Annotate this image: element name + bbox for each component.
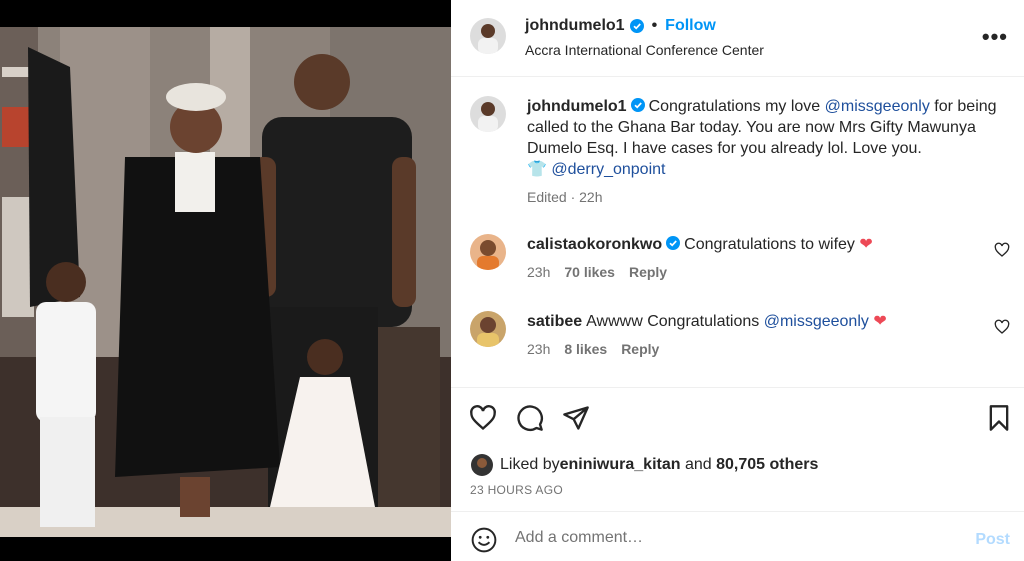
comment-like-heart-icon[interactable] — [994, 242, 1010, 258]
likes-count[interactable]: 80,705 others — [716, 456, 818, 474]
comment-body: Congratulations to wifey — [684, 236, 860, 253]
likes-summary: Liked by eniniwura_kitan and 80,705 othe… — [471, 454, 818, 476]
post-header: johndumelo1 • Follow Accra International… — [451, 0, 1024, 77]
comment-time: 23h — [527, 341, 551, 357]
comment-likes[interactable]: 8 likes — [564, 341, 607, 357]
post-media-pane — [0, 0, 451, 561]
shirt-emoji-icon: 👕 — [527, 161, 547, 178]
comment-meta: 23h 8 likes Reply — [527, 341, 1010, 357]
author-avatar[interactable] — [470, 18, 506, 54]
verified-badge-icon — [666, 236, 681, 250]
post-timestamp: 23 HOURS AGO — [470, 483, 563, 497]
caption: johndumelo1 Congratulations my love @miss… — [470, 96, 1010, 205]
comment-icon[interactable] — [516, 404, 544, 432]
comment-likes[interactable]: 70 likes — [564, 264, 615, 280]
verified-badge-icon — [629, 19, 644, 33]
caption-mention-missgeeonly[interactable]: @missgeeonly — [825, 98, 930, 115]
comment-text: satibee Awwww Congratulations @missgeeonl… — [527, 311, 1010, 332]
caption-username[interactable]: johndumelo1 — [527, 98, 627, 115]
liker-avatar[interactable] — [471, 454, 493, 476]
likes-middle: and — [680, 456, 717, 473]
verified-badge-icon — [630, 98, 645, 112]
heart-icon[interactable] — [469, 404, 497, 432]
add-comment-bar: Post — [451, 511, 1024, 561]
more-options-icon[interactable]: ••• — [982, 26, 1008, 48]
caption-text-part-1: Congratulations my love — [648, 98, 825, 115]
post-details-panel: johndumelo1 • Follow Accra International… — [451, 0, 1024, 561]
post-actions: Liked by eniniwura_kitan and 80,705 othe… — [451, 387, 1024, 511]
caption-edited-time: Edited · 22h — [527, 189, 603, 205]
author-username[interactable]: johndumelo1 — [525, 17, 625, 35]
post-location[interactable]: Accra International Conference Center — [525, 42, 764, 58]
caption-text: johndumelo1 Congratulations my love @miss… — [527, 96, 1010, 180]
comment-mention[interactable]: @missgeeonly — [764, 313, 869, 330]
author-line: johndumelo1 • Follow — [525, 17, 716, 35]
family-portrait-image — [0, 27, 451, 537]
caption-mention-derry[interactable]: @derry_onpoint — [551, 161, 665, 178]
liker-username[interactable]: eniniwura_kitan — [560, 456, 681, 474]
caption-meta: Edited · 22h — [527, 189, 1010, 205]
comment-username[interactable]: calistaokoronkwo — [527, 236, 662, 253]
share-icon[interactable] — [562, 404, 590, 432]
comment-username[interactable]: satibee — [527, 313, 582, 330]
red-heart-emoji-icon: ❤ — [873, 313, 887, 330]
comment-item: satibee Awwww Congratulations @missgeeonl… — [470, 311, 1010, 357]
comments-section: johndumelo1 Congratulations my love @miss… — [451, 78, 1024, 386]
comment-body: Awwww Congratulations — [586, 313, 764, 330]
post-photo[interactable] — [0, 27, 451, 537]
commenter-avatar[interactable] — [470, 311, 506, 347]
reply-button[interactable]: Reply — [621, 341, 659, 357]
post-comment-button[interactable]: Post — [975, 531, 1010, 549]
reply-button[interactable]: Reply — [629, 264, 667, 280]
separator-dot: • — [651, 17, 658, 34]
red-heart-emoji-icon: ❤ — [859, 236, 873, 253]
caption-avatar[interactable] — [470, 96, 506, 132]
commenter-avatar[interactable] — [470, 234, 506, 270]
comment-text: calistaokoronkwo Congratulations to wifey… — [527, 234, 1010, 255]
comment-time: 23h — [527, 264, 551, 280]
emoji-icon[interactable] — [471, 527, 497, 553]
follow-button[interactable]: Follow — [665, 17, 716, 35]
bookmark-icon[interactable] — [985, 404, 1013, 432]
comment-meta: 23h 70 likes Reply — [527, 264, 1010, 280]
comment-item: calistaokoronkwo Congratulations to wifey… — [470, 234, 1010, 280]
likes-prefix: Liked by — [500, 456, 560, 473]
comment-like-heart-icon[interactable] — [994, 319, 1010, 335]
add-comment-input[interactable] — [515, 526, 955, 550]
